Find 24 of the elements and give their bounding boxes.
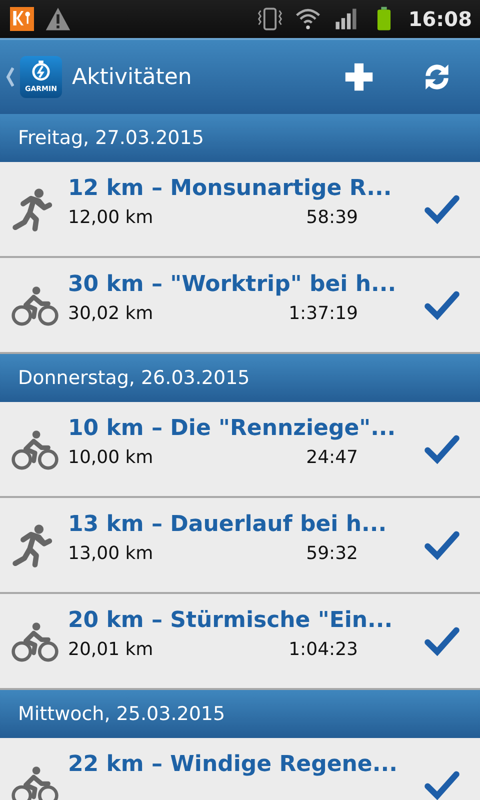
distance-text: 12,00 km — [68, 207, 154, 228]
screen-title: Aktivitäten — [72, 64, 192, 90]
vibrate-icon — [256, 5, 284, 33]
stopwatch-icon — [29, 59, 53, 83]
duration-text: 58:39 — [306, 207, 358, 228]
duration-text: 59:32 — [306, 543, 358, 564]
activity-title: 30 km – "Worktrip" bei h... — [68, 272, 398, 297]
date-header: Donnerstag, 26.03.2015 — [0, 354, 480, 402]
activity-title: 13 km – Dauerlauf bei h... — [68, 512, 388, 537]
distance-text: 13,00 km — [68, 543, 154, 564]
activity-title: 22 km – Windige Regene... — [68, 752, 398, 777]
clock-text: 16:08 — [408, 7, 472, 31]
duration-text: 1:37:19 — [288, 303, 358, 324]
activity-title: 10 km – Die "Rennziege"... — [68, 416, 397, 441]
back-caret-icon[interactable] — [6, 67, 14, 87]
distance-text: 30,02 km — [68, 303, 154, 324]
date-header: Freitag, 27.03.2015 — [0, 114, 480, 162]
distance-text: 20,01 km — [68, 639, 154, 660]
date-header: Mittwoch, 25.03.2015 — [0, 690, 480, 738]
duration-text: 24:47 — [306, 447, 358, 468]
duration-text: 1:04:23 — [288, 639, 358, 660]
activity-title: 20 km – Stürmische "Ein... — [68, 608, 394, 633]
activity-title: 12 km – Monsunartige R... — [68, 176, 393, 201]
distance-text: 10,00 km — [68, 447, 154, 468]
